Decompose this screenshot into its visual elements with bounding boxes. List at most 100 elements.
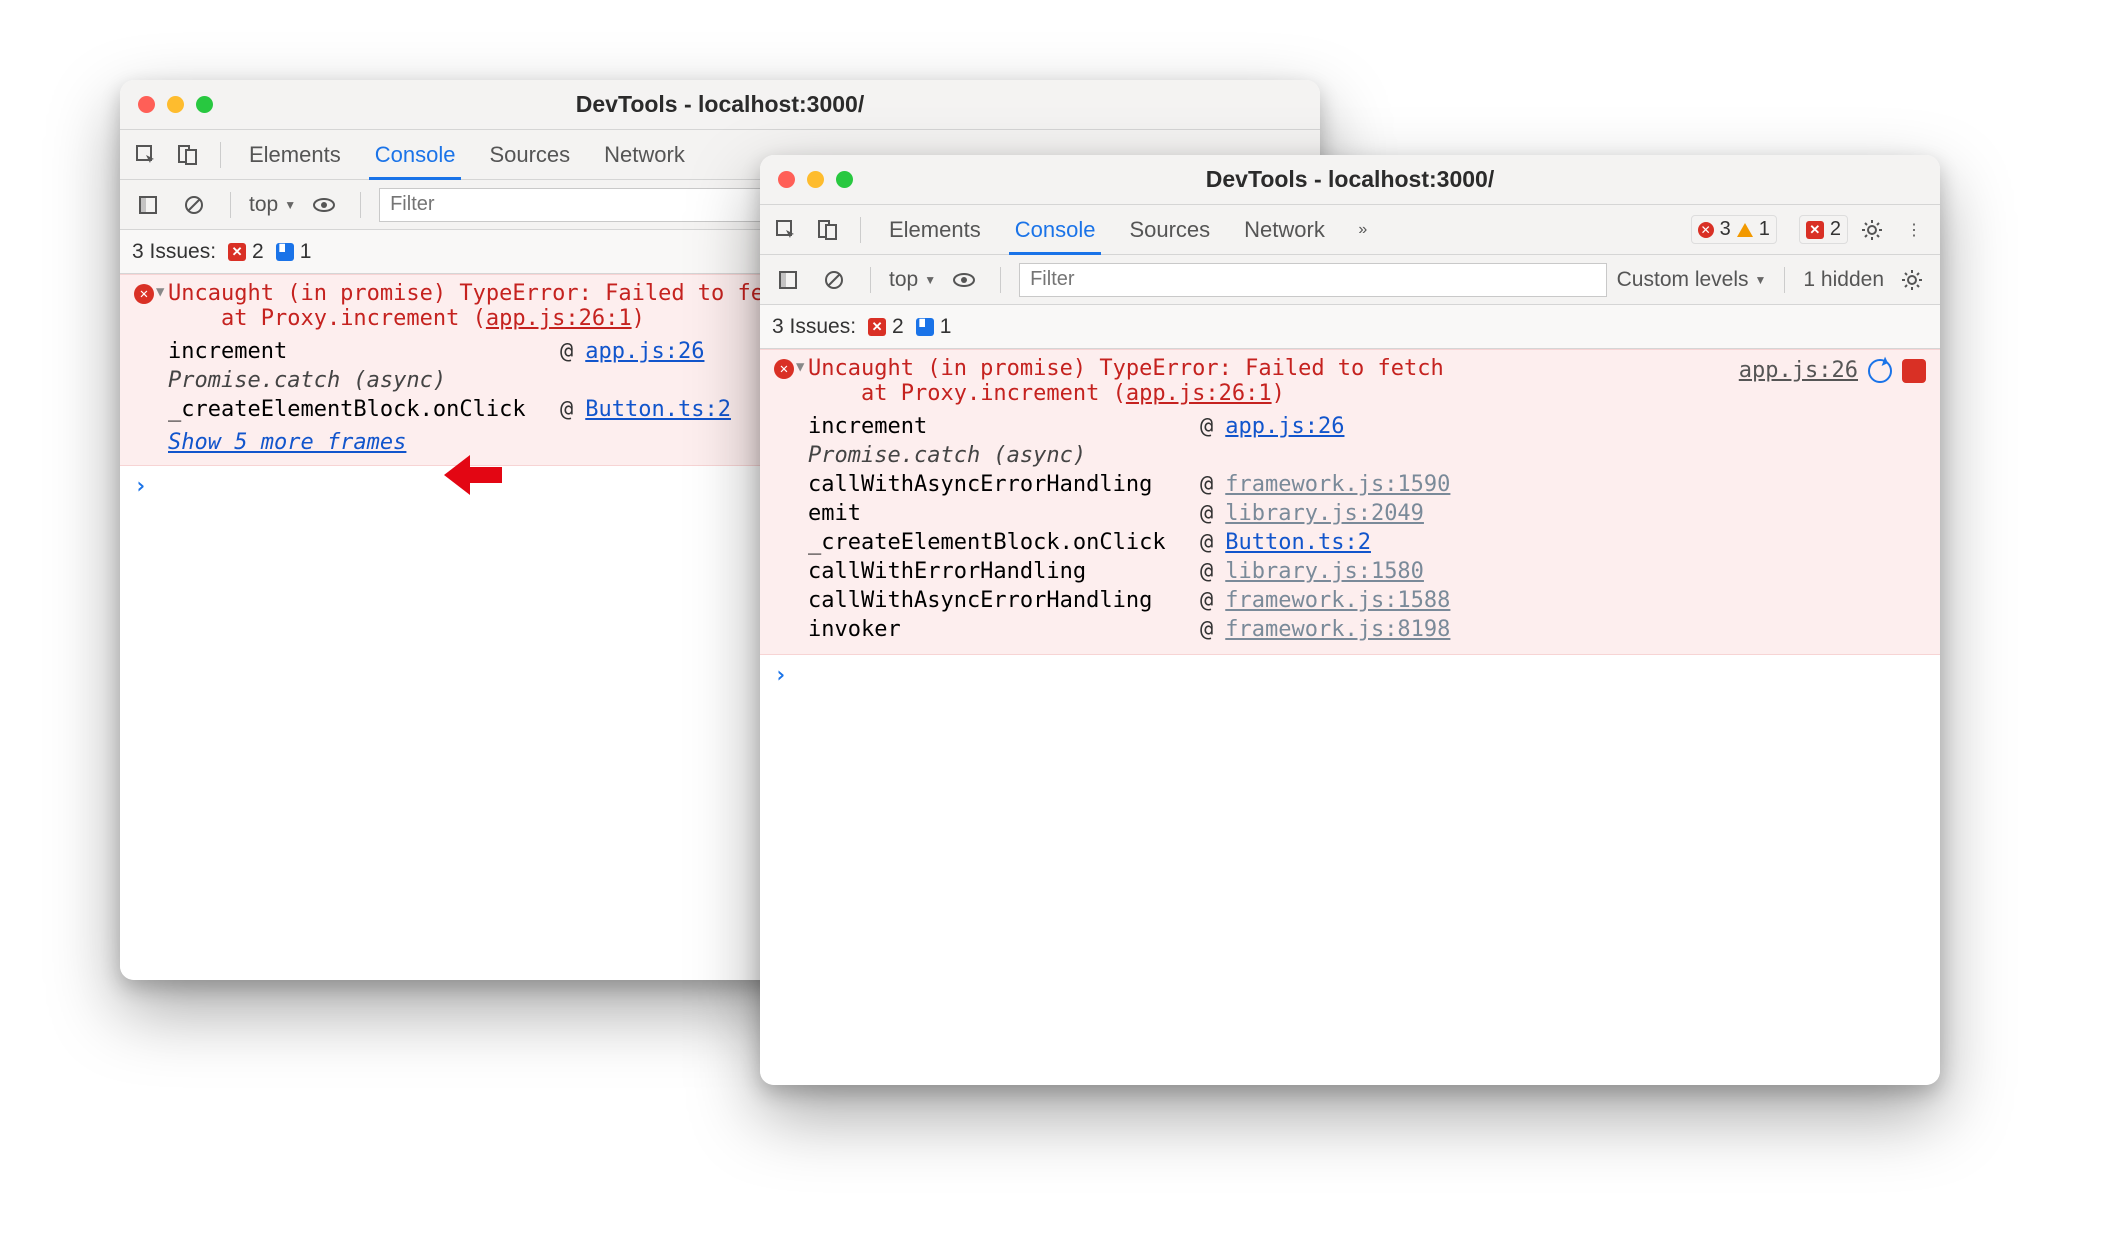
error-badge-icon: ✕ xyxy=(868,318,886,336)
stack-at: @ xyxy=(1200,414,1213,439)
tab-elements[interactable]: Elements xyxy=(235,130,355,179)
minimize-window-button[interactable] xyxy=(167,96,184,113)
stack-source-link[interactable]: Button.ts:2 xyxy=(585,397,731,422)
stack-source-link[interactable]: app.js:26 xyxy=(585,339,704,364)
expand-caret-icon[interactable]: ▼ xyxy=(156,284,164,300)
tab-network[interactable]: Network xyxy=(590,130,699,179)
window-title: DevTools - localhost:3000/ xyxy=(1206,166,1494,193)
console-settings-icon[interactable] xyxy=(1894,262,1930,298)
error-source-link[interactable]: app.js:26 xyxy=(1739,358,1858,383)
divider xyxy=(870,267,871,293)
warning-icon xyxy=(1737,223,1753,237)
stack-at: @ xyxy=(1200,588,1213,613)
window-title: DevTools - localhost:3000/ xyxy=(576,91,864,118)
more-menu-icon[interactable]: ⋮ xyxy=(1896,212,1932,248)
tab-sources[interactable]: Sources xyxy=(475,130,584,179)
close-window-button[interactable] xyxy=(778,171,795,188)
console-filter-bar: top▼ Custom levels▼ 1 hidden xyxy=(760,255,1940,305)
stack-at: @ xyxy=(1200,501,1213,526)
context-selector[interactable]: top▼ xyxy=(889,268,936,292)
error-count-badge[interactable]: ✕31 xyxy=(1691,215,1777,244)
tab-console[interactable]: Console xyxy=(361,130,470,179)
feedback-icon[interactable] xyxy=(1902,359,1926,383)
stack-source-link[interactable]: library.js:1580 xyxy=(1225,559,1424,584)
hidden-count[interactable]: 1 hidden xyxy=(1803,268,1884,292)
stack-function: increment xyxy=(808,414,1188,439)
context-selector[interactable]: top▼ xyxy=(249,193,296,217)
window-controls xyxy=(120,96,213,113)
stack-at: @ xyxy=(1200,559,1213,584)
expand-caret-icon[interactable]: ▼ xyxy=(796,359,804,375)
divider xyxy=(1784,267,1785,293)
stack-function: _createElementBlock.onClick xyxy=(168,397,548,422)
stack-frame: callWithAsyncErrorHandling@framework.js:… xyxy=(808,470,1928,499)
show-more-frames-link[interactable]: Show 5 more frames xyxy=(168,430,406,455)
titlebar: DevTools - localhost:3000/ xyxy=(120,80,1320,130)
device-toggle-icon[interactable] xyxy=(170,137,206,173)
divider xyxy=(1000,267,1001,293)
stack-frame: _createElementBlock.onClick@Button.ts:2 xyxy=(808,528,1928,557)
stack-at: @ xyxy=(1200,472,1213,497)
more-tabs-icon[interactable]: » xyxy=(1345,212,1381,248)
console-sidebar-toggle-icon[interactable] xyxy=(130,187,166,223)
issues-count-badge[interactable]: ✕2 xyxy=(1799,215,1848,244)
tab-sources[interactable]: Sources xyxy=(1115,205,1224,254)
console-prompt[interactable]: › xyxy=(760,655,1940,696)
tab-network[interactable]: Network xyxy=(1230,205,1339,254)
chevron-down-icon: ▼ xyxy=(1755,273,1767,287)
issues-bar[interactable]: 3 Issues: ✕2 ▘1 xyxy=(760,305,1940,349)
live-expression-icon[interactable] xyxy=(306,187,342,223)
stack-frame: emit @ library.js:2049 xyxy=(808,499,1928,528)
close-window-button[interactable] xyxy=(138,96,155,113)
stack-source-link[interactable]: app.js:26 xyxy=(1225,414,1344,439)
divider xyxy=(220,142,221,168)
maximize-window-button[interactable] xyxy=(836,171,853,188)
annotation-arrow xyxy=(444,454,502,496)
log-levels-selector[interactable]: Custom levels▼ xyxy=(1617,268,1767,292)
settings-icon[interactable] xyxy=(1854,212,1890,248)
stack-at: @ xyxy=(560,397,573,422)
live-expression-icon[interactable] xyxy=(946,262,982,298)
divider xyxy=(360,192,361,218)
inspect-icon[interactable] xyxy=(128,137,164,173)
tab-elements[interactable]: Elements xyxy=(875,205,995,254)
filter-input[interactable] xyxy=(1019,263,1607,297)
stack-at: @ xyxy=(560,339,573,364)
stack-frame: callWithErrorHandling @ library.js:1580 xyxy=(808,557,1928,586)
stack-function: _createElementBlock.onClick xyxy=(808,530,1188,555)
console-sidebar-toggle-icon[interactable] xyxy=(770,262,806,298)
error-badge-icon: ✕ xyxy=(228,243,246,261)
stack-function: emit xyxy=(808,501,1188,526)
reload-icon[interactable] xyxy=(1868,359,1892,383)
clear-console-icon[interactable] xyxy=(816,262,852,298)
stack-frame: increment @ app.js:26 xyxy=(808,412,1928,441)
error-icon: ✕ xyxy=(774,359,794,379)
stack-source-link[interactable]: framework.js:1590 xyxy=(1225,472,1450,497)
stack-source-link[interactable]: framework.js:1588 xyxy=(1225,588,1450,613)
message-badge-icon: ▘ xyxy=(916,318,934,336)
devtools-window-expanded: DevTools - localhost:3000/ Elements Cons… xyxy=(760,155,1940,1085)
device-toggle-icon[interactable] xyxy=(810,212,846,248)
stack-source-link[interactable]: library.js:2049 xyxy=(1225,501,1424,526)
stack-frame: invoker@framework.js:8198 xyxy=(808,615,1928,644)
tab-console[interactable]: Console xyxy=(1001,205,1110,254)
maximize-window-button[interactable] xyxy=(196,96,213,113)
chevron-down-icon: ▼ xyxy=(924,273,936,287)
console-error[interactable]: ✕ ▼ app.js:26 Uncaught (in promise) Type… xyxy=(760,349,1940,655)
stack-function: callWithErrorHandling xyxy=(808,559,1188,584)
stack-source-link[interactable]: Button.ts:2 xyxy=(1225,530,1371,555)
message-badge-icon: ▘ xyxy=(276,243,294,261)
error-icon: ✕ xyxy=(1698,222,1714,238)
stack-source-link[interactable]: framework.js:8198 xyxy=(1225,617,1450,642)
stack-at: @ xyxy=(1200,617,1213,642)
tab-strip: Elements Console Sources Network » ✕31 ✕… xyxy=(760,205,1940,255)
console-body[interactable]: ✕ ▼ app.js:26 Uncaught (in promise) Type… xyxy=(760,349,1940,1085)
issues-label: 3 Issues: xyxy=(132,240,216,264)
window-controls xyxy=(760,171,853,188)
minimize-window-button[interactable] xyxy=(807,171,824,188)
inspect-icon[interactable] xyxy=(768,212,804,248)
stack-frame: callWithAsyncErrorHandling@framework.js:… xyxy=(808,586,1928,615)
chevron-down-icon: ▼ xyxy=(284,198,296,212)
clear-console-icon[interactable] xyxy=(176,187,212,223)
error-badge-icon: ✕ xyxy=(1806,221,1824,239)
